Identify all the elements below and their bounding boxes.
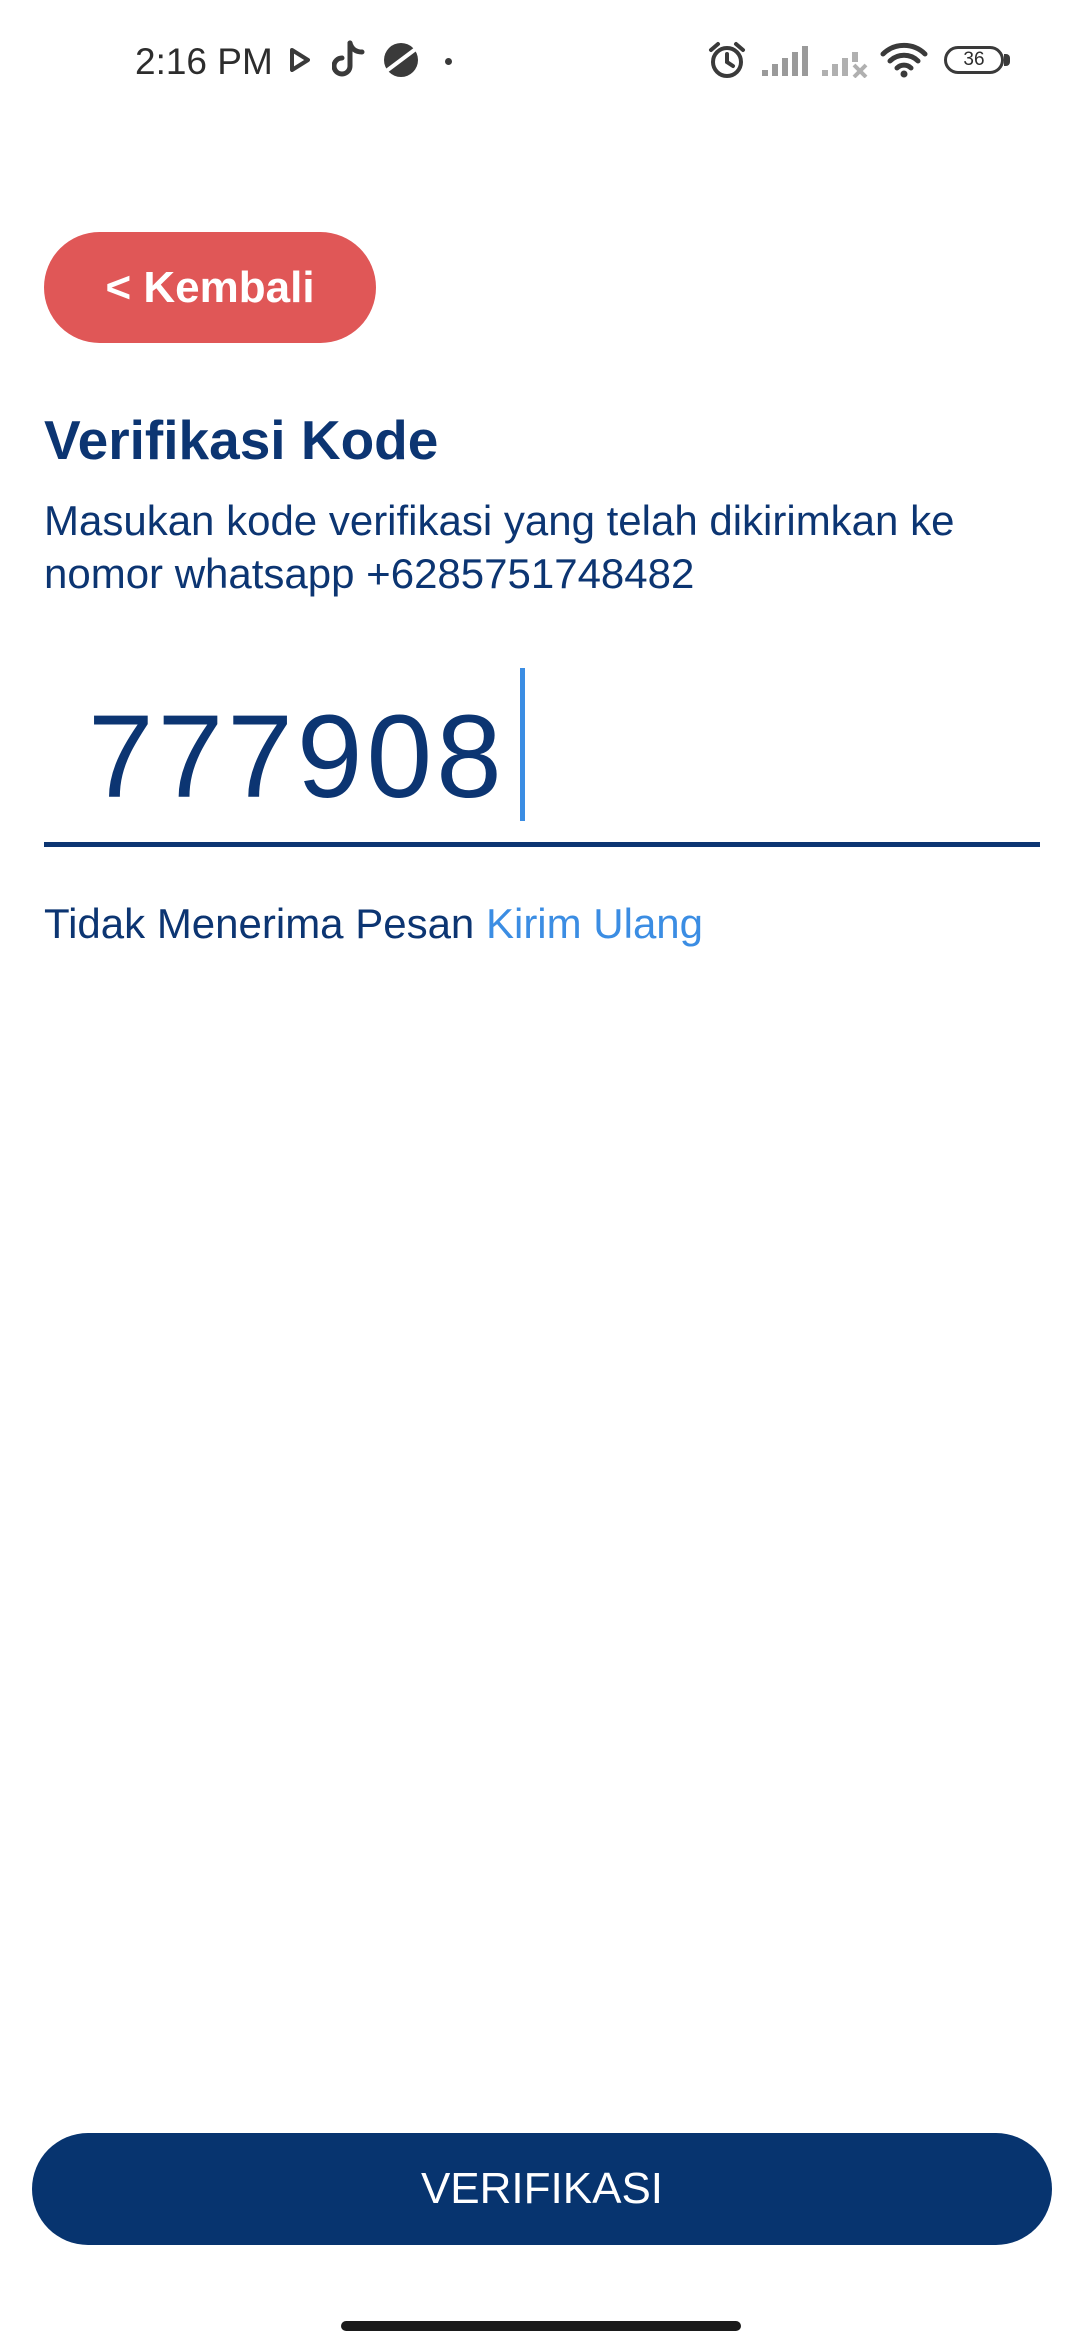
dot-icon xyxy=(445,58,452,65)
signal-no-service-icon xyxy=(820,44,870,83)
verification-code-input[interactable]: 777908 xyxy=(44,660,1040,850)
tiktok-icon xyxy=(331,40,366,83)
verification-code-value[interactable]: 777908 xyxy=(88,682,506,832)
signal-icon xyxy=(760,44,810,83)
back-button[interactable]: < Kembali xyxy=(44,232,376,343)
resend-link[interactable]: Kirim Ulang xyxy=(486,900,703,947)
resend-prompt: Tidak Menerima Pesan xyxy=(44,900,475,947)
wifi-icon xyxy=(880,42,928,83)
text-cursor xyxy=(520,668,525,821)
planet-icon xyxy=(381,40,421,85)
home-indicator[interactable] xyxy=(341,2321,741,2331)
resend-row: Tidak Menerima Pesan Kirim Ulang xyxy=(44,896,703,952)
verification-instructions: Masukan kode verifikasi yang telah dikir… xyxy=(44,497,955,597)
input-underline xyxy=(44,842,1040,847)
page-title: Verifikasi Kode xyxy=(44,409,439,471)
status-bar: 2:16 PM 36 xyxy=(0,0,1080,125)
verify-button[interactable]: VERIFIKASI xyxy=(32,2133,1052,2245)
alarm-icon xyxy=(707,40,747,85)
battery-tip xyxy=(1004,54,1010,66)
battery-icon: 36 xyxy=(944,46,1004,74)
play-icon xyxy=(290,48,310,77)
status-time: 2:16 PM xyxy=(135,41,273,82)
